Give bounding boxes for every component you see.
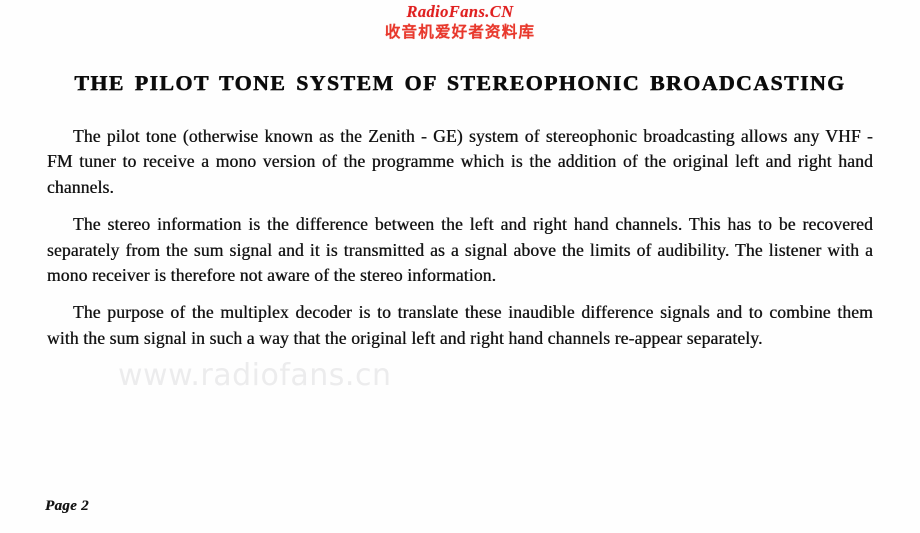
site-banner: RadioFans.CN 收音机爱好者资料库	[0, 0, 920, 42]
page-number-label: Page 2	[45, 498, 89, 514]
page-watermark: www.radiofans.cn	[118, 358, 392, 393]
paragraph: The pilot tone (otherwise known as the Z…	[47, 126, 873, 197]
page-title: THE PILOT TONE SYSTEM OF STEREOPHONIC BR…	[74, 71, 846, 96]
paragraph: The stereo information is the difference…	[47, 214, 873, 286]
site-banner-cjk-text: 收音机爱好者资料库	[384, 23, 536, 41]
body-text-column: The pilot tone (otherwise known as the Z…	[47, 124, 873, 351]
paragraph: The purpose of the multiplex decoder is …	[47, 302, 873, 348]
site-banner-latin-text: RadioFans.CN	[406, 2, 514, 21]
document-page: RadioFans.CN 收音机爱好者资料库 THE PILOT TONE SY…	[0, 0, 920, 533]
